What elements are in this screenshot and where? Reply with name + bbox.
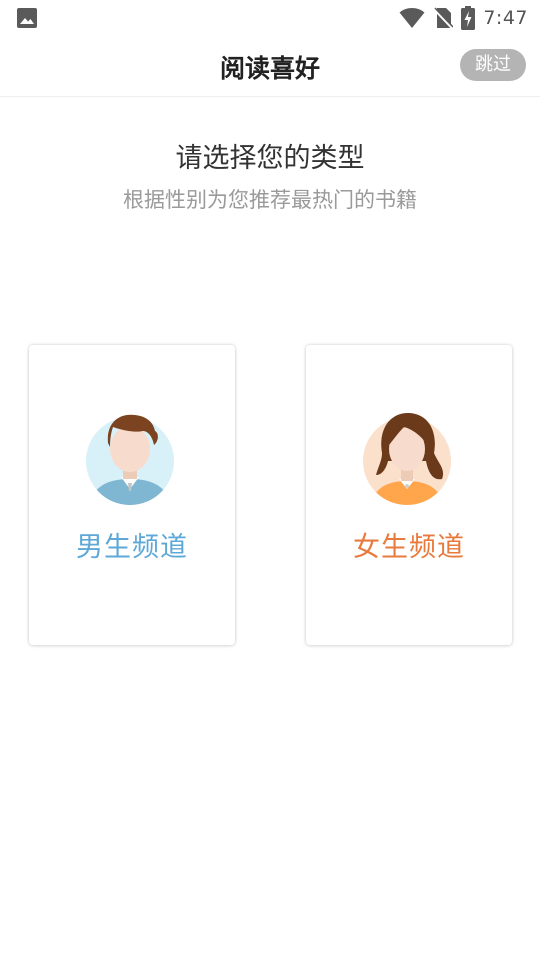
wifi-icon xyxy=(399,8,425,28)
select-type-subheading: 根据性别为您推荐最热门的书籍 xyxy=(123,188,417,212)
battery-charging-icon xyxy=(461,6,476,30)
female-avatar-icon xyxy=(363,413,451,505)
select-type-heading: 请选择您的类型 xyxy=(175,143,365,174)
female-channel-label: 女生频道 xyxy=(353,532,465,563)
no-sim-icon xyxy=(433,7,454,29)
male-avatar-icon xyxy=(86,414,174,505)
skip-button[interactable]: 跳过 xyxy=(460,49,526,81)
female-channel-card[interactable]: 女生频道 xyxy=(306,345,512,645)
image-icon xyxy=(17,8,37,28)
male-channel-card[interactable]: 男生频道 xyxy=(29,345,235,645)
status-time: 7:47 xyxy=(483,7,528,29)
male-channel-label: 男生频道 xyxy=(76,532,188,563)
title-bar: 阅读喜好 跳过 xyxy=(0,36,540,97)
page-title: 阅读喜好 xyxy=(219,54,320,83)
status-bar: 7:47 xyxy=(0,0,540,36)
